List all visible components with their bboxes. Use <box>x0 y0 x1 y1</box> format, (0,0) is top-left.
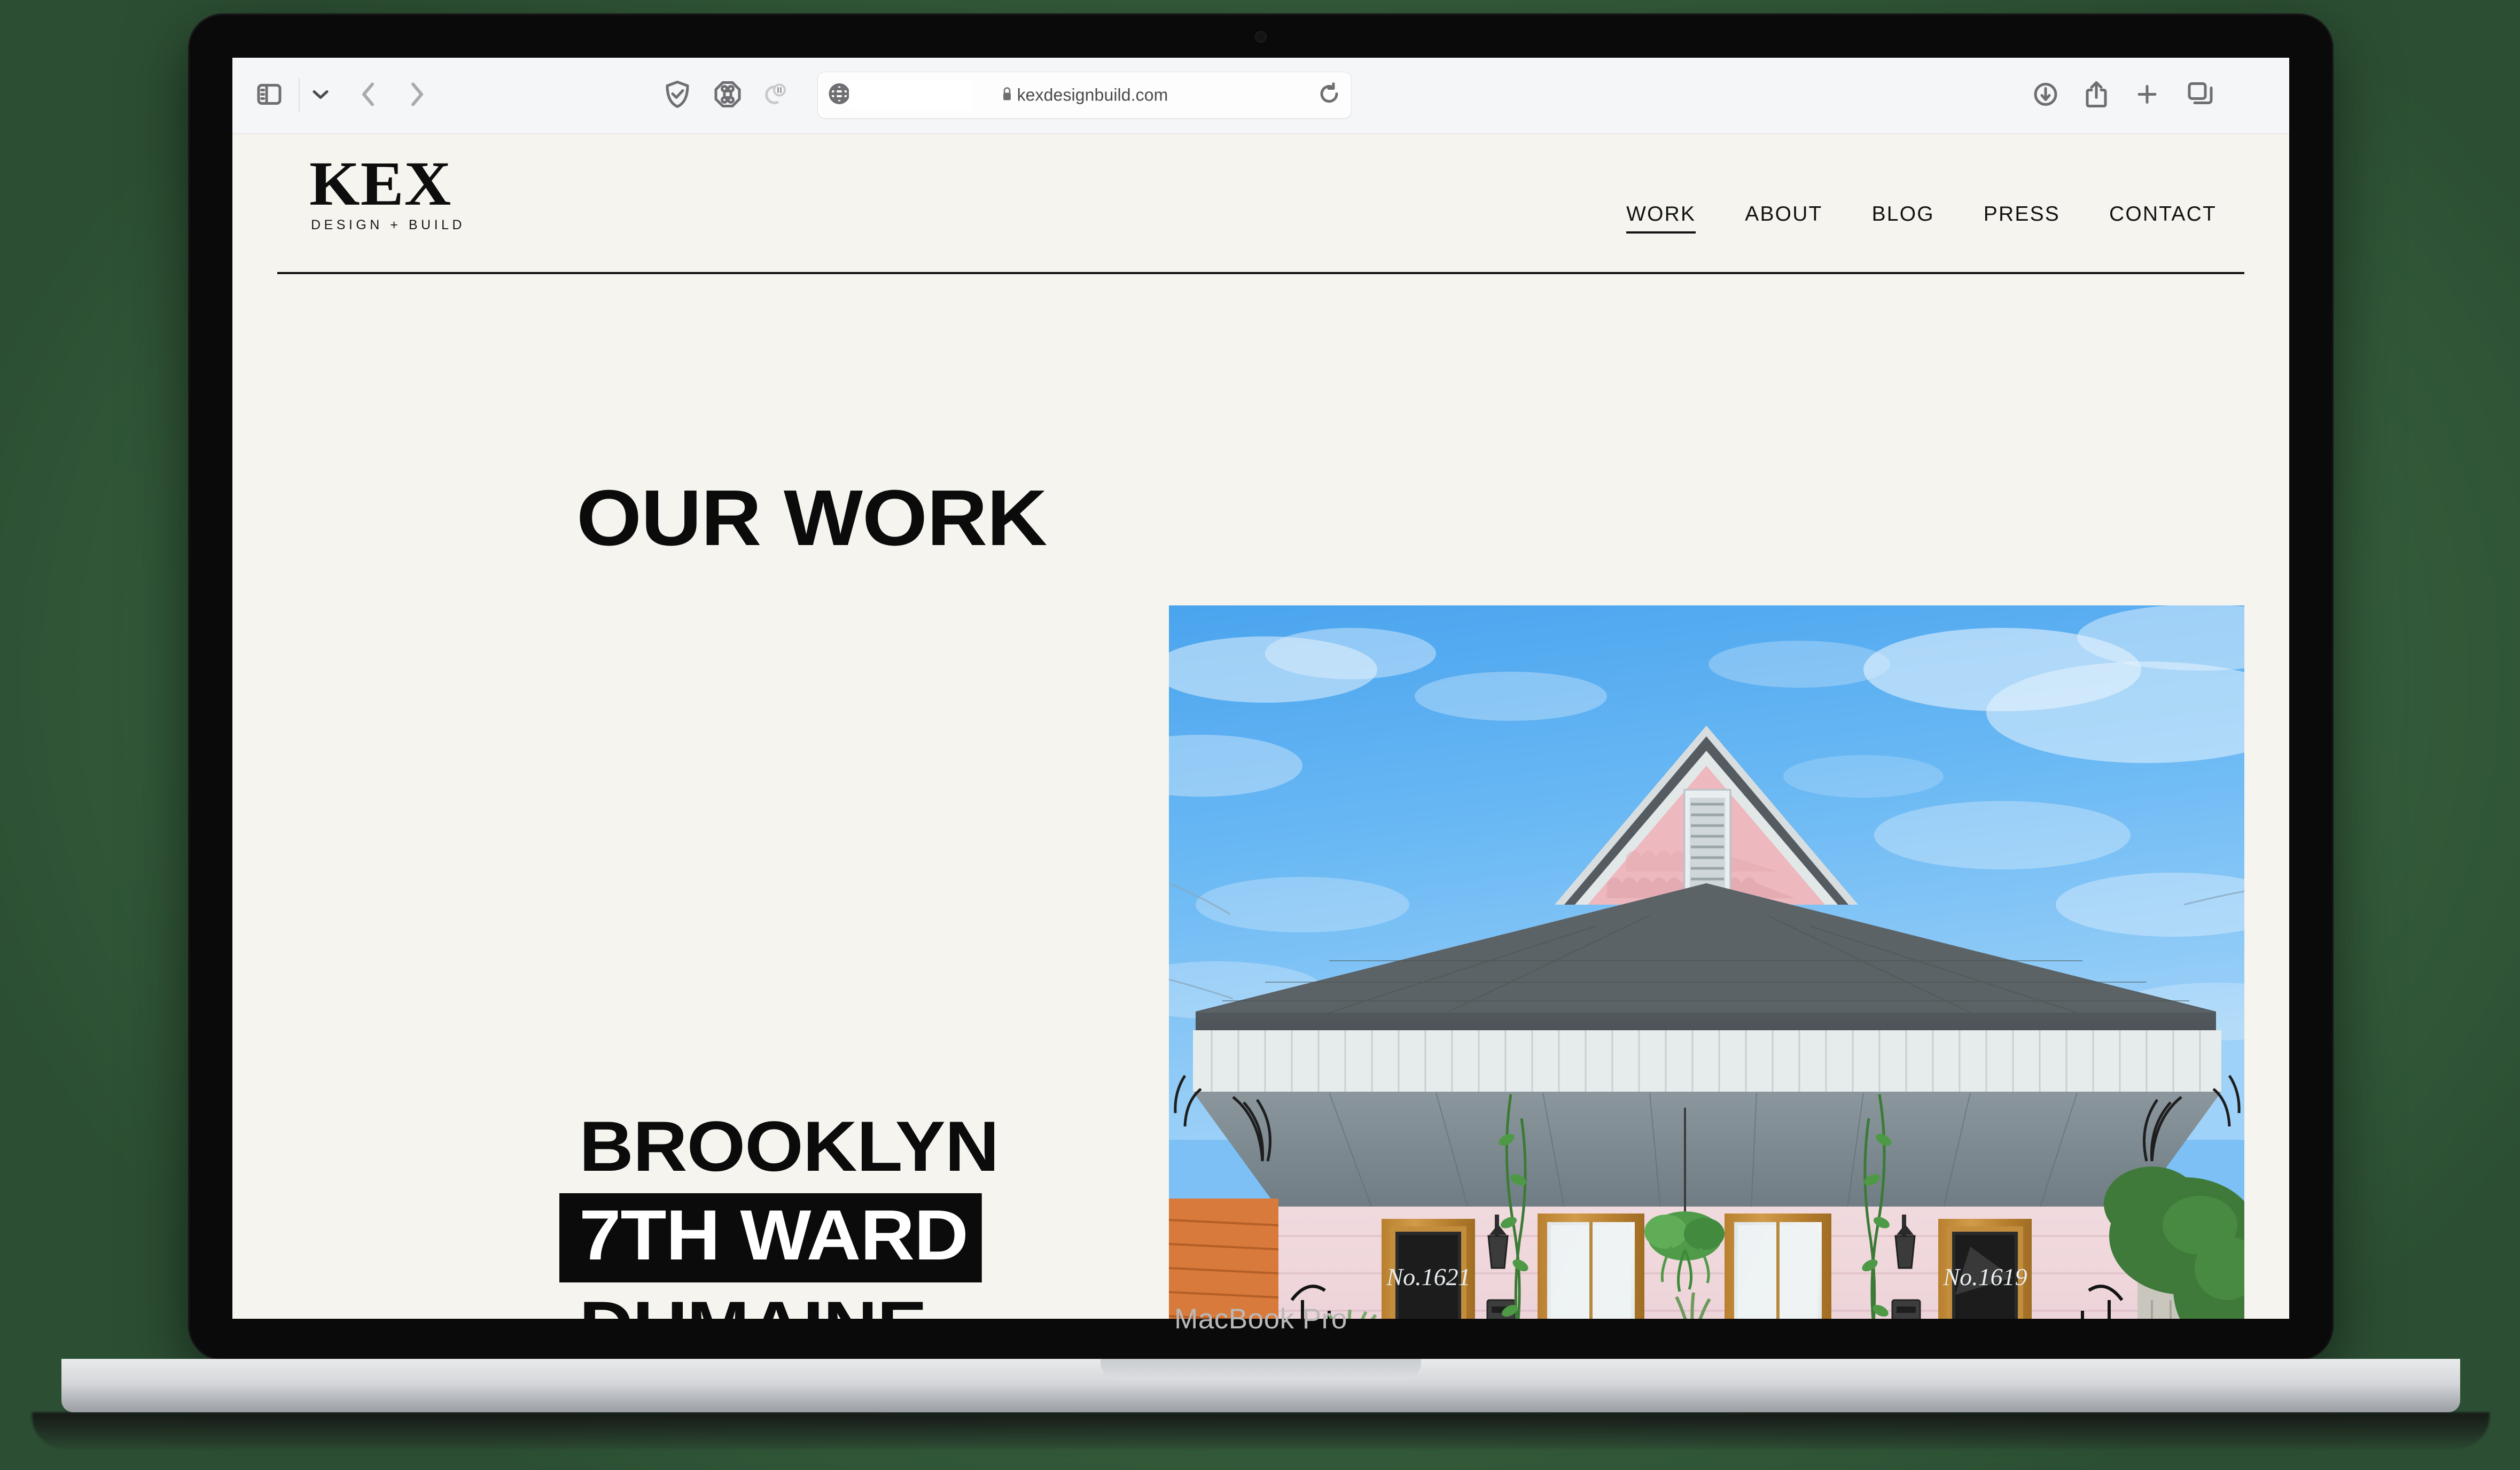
media-pause-icon[interactable] <box>761 81 788 111</box>
url-text: kexdesignbuild.com <box>1017 85 1168 105</box>
project-photo[interactable]: No.1621 No.1619 <box>1169 605 2244 1319</box>
content-blocker-icon[interactable] <box>714 81 741 111</box>
macbook-pro-device: kexdesignbuild.com KEX DESIGN + BUILD WO… <box>190 15 2332 1359</box>
lock-icon <box>1001 86 1013 105</box>
nav-item-press[interactable]: PRESS <box>1984 203 2060 231</box>
project-list: BROOKLYN 7TH WARD DUMAINE ANNETTE <box>559 1107 999 1319</box>
laptop-base-notch <box>1101 1359 1421 1380</box>
chevron-down-icon[interactable] <box>311 88 330 104</box>
nav-item-contact[interactable]: CONTACT <box>2109 203 2217 231</box>
address-bar-content: kexdesignbuild.com <box>818 85 1351 105</box>
project-item-7th-ward[interactable]: 7TH WARD <box>559 1193 982 1283</box>
door-number-right: No.1619 <box>1942 1263 2027 1290</box>
new-tab-button[interactable] <box>2135 83 2159 109</box>
laptop-base <box>61 1359 2460 1412</box>
tab-overview-icon[interactable] <box>2188 82 2213 110</box>
nav-item-work[interactable]: WORK <box>1626 203 1696 234</box>
nav-item-about[interactable]: ABOUT <box>1745 203 1822 231</box>
scene: kexdesignbuild.com KEX DESIGN + BUILD WO… <box>0 0 2520 1470</box>
logo-tagline: DESIGN + BUILD <box>311 217 465 233</box>
site-header: KEX DESIGN + BUILD WORK ABOUT BLOG PRESS… <box>277 134 2244 274</box>
camera-dot-icon <box>1255 31 1267 43</box>
download-icon[interactable] <box>2033 82 2058 110</box>
reload-icon[interactable] <box>1319 82 1340 108</box>
nav-item-blog[interactable]: BLOG <box>1872 203 1934 231</box>
browser-toolbar: kexdesignbuild.com <box>232 58 2289 134</box>
hero-section: OUR WORK BROOKLYN 7TH WARD DUMAINE ANNET… <box>232 274 2289 1319</box>
share-icon[interactable] <box>2085 81 2108 111</box>
page-title: OUR WORK <box>576 474 1047 562</box>
sidebar-toggle-icon[interactable] <box>257 84 282 108</box>
address-bar[interactable]: kexdesignbuild.com <box>817 72 1352 119</box>
device-label: MacBook Pro <box>1174 1303 1347 1335</box>
project-item-brooklyn[interactable]: BROOKLYN <box>559 1107 999 1188</box>
laptop-screen: kexdesignbuild.com KEX DESIGN + BUILD WO… <box>232 58 2289 1319</box>
main-navigation: WORK ABOUT BLOG PRESS CONTACT <box>1626 203 2217 234</box>
door-number-left: No.1621 <box>1386 1263 1470 1290</box>
project-photo-image: No.1621 No.1619 <box>1169 605 2244 1319</box>
forward-button[interactable] <box>409 82 425 110</box>
shield-check-icon[interactable] <box>665 81 690 111</box>
toolbar-divider <box>299 78 300 112</box>
logo-wordmark: KEX <box>309 149 452 219</box>
site-logo[interactable]: KEX DESIGN + BUILD <box>309 152 465 233</box>
webpage-viewport: KEX DESIGN + BUILD WORK ABOUT BLOG PRESS… <box>232 134 2289 1319</box>
laptop-base-shadow <box>32 1412 2490 1449</box>
back-button[interactable] <box>361 82 377 110</box>
